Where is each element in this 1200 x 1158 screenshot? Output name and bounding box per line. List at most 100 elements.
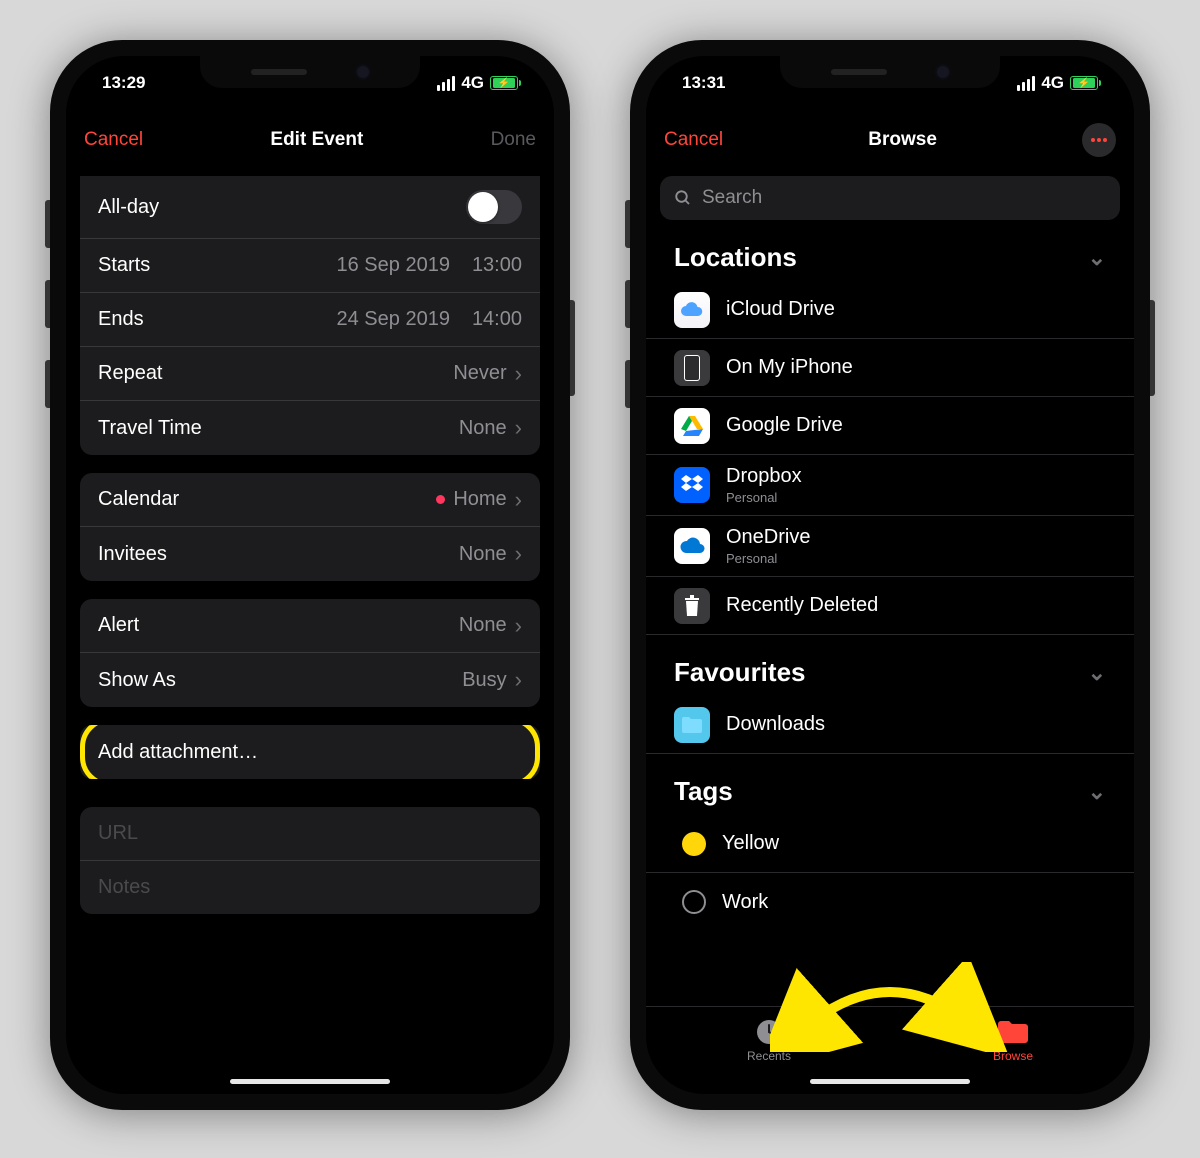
battery-icon: ⚡ bbox=[490, 76, 518, 90]
notes-field[interactable]: Notes bbox=[80, 861, 540, 914]
chevron-down-icon: ⌄ bbox=[1088, 245, 1106, 271]
tag-yellow[interactable]: Yellow bbox=[646, 815, 1134, 873]
section-time: All-day Starts 16 Sep 2019 13:00 Ends 24… bbox=[80, 176, 540, 455]
row-travel-time[interactable]: Travel Time None › bbox=[80, 401, 540, 455]
calendar-label: Calendar bbox=[98, 488, 179, 511]
tab-label: Browse bbox=[993, 1049, 1033, 1063]
repeat-value: Never bbox=[453, 362, 506, 385]
favourites-title: Favourites bbox=[674, 657, 806, 688]
starts-label: Starts bbox=[98, 254, 150, 277]
label: Yellow bbox=[722, 832, 779, 855]
dropbox-icon bbox=[674, 467, 710, 503]
folder-icon bbox=[995, 1017, 1031, 1047]
search-input[interactable]: Search bbox=[660, 176, 1120, 220]
label: On My iPhone bbox=[726, 356, 853, 379]
iphone-icon bbox=[674, 350, 710, 386]
google-drive-icon bbox=[674, 408, 710, 444]
chevron-down-icon: ⌄ bbox=[1088, 660, 1106, 686]
folder-icon bbox=[674, 707, 710, 743]
ends-time: 14:00 bbox=[472, 308, 522, 331]
phone-left: 13:29 4G ⚡ Cancel Edit Event Done All-da… bbox=[50, 40, 570, 1110]
notch bbox=[780, 56, 1000, 88]
row-add-attachment[interactable]: Add attachment… bbox=[80, 725, 540, 779]
section-alert: Alert None › Show As Busy › bbox=[80, 599, 540, 707]
location-recently-deleted[interactable]: Recently Deleted bbox=[646, 577, 1134, 635]
starts-date: 16 Sep 2019 bbox=[337, 254, 450, 277]
add-attachment-label: Add attachment… bbox=[98, 741, 258, 764]
tab-browse[interactable]: Browse bbox=[993, 1017, 1033, 1063]
location-on-my-iphone[interactable]: On My iPhone bbox=[646, 339, 1134, 397]
clock-icon bbox=[751, 1017, 787, 1047]
home-indicator[interactable] bbox=[230, 1079, 390, 1084]
ends-date: 24 Sep 2019 bbox=[337, 308, 450, 331]
section-url-notes: URL Notes bbox=[80, 807, 540, 914]
chevron-right-icon: › bbox=[515, 669, 522, 691]
row-all-day[interactable]: All-day bbox=[80, 176, 540, 239]
favourite-downloads[interactable]: Downloads bbox=[646, 696, 1134, 754]
row-starts[interactable]: Starts 16 Sep 2019 13:00 bbox=[80, 239, 540, 293]
more-button[interactable] bbox=[1082, 123, 1116, 157]
tags-header[interactable]: Tags ⌄ bbox=[646, 754, 1134, 815]
network-label: 4G bbox=[461, 73, 484, 93]
label: Work bbox=[722, 891, 768, 914]
row-show-as[interactable]: Show As Busy › bbox=[80, 653, 540, 707]
all-day-toggle[interactable] bbox=[466, 190, 522, 224]
row-invitees[interactable]: Invitees None › bbox=[80, 527, 540, 581]
favourites-header[interactable]: Favourites ⌄ bbox=[646, 635, 1134, 696]
row-calendar[interactable]: Calendar Home › bbox=[80, 473, 540, 527]
navbar: Cancel Browse bbox=[646, 110, 1134, 170]
notes-placeholder: Notes bbox=[98, 876, 150, 898]
trash-icon bbox=[674, 588, 710, 624]
cancel-button[interactable]: Cancel bbox=[84, 129, 143, 151]
search-placeholder: Search bbox=[702, 187, 762, 209]
alert-label: Alert bbox=[98, 614, 139, 637]
battery-icon: ⚡ bbox=[1070, 76, 1098, 90]
label: Google Drive bbox=[726, 414, 843, 437]
tags-title: Tags bbox=[674, 776, 733, 807]
alert-value: None bbox=[459, 614, 507, 637]
label: Dropbox bbox=[726, 465, 802, 488]
calendar-color-dot-icon bbox=[436, 495, 445, 504]
label: OneDrive bbox=[726, 526, 810, 549]
chevron-right-icon: › bbox=[515, 417, 522, 439]
section-calendar: Calendar Home › Invitees None › bbox=[80, 473, 540, 581]
showas-label: Show As bbox=[98, 669, 176, 692]
url-placeholder: URL bbox=[98, 822, 138, 844]
ends-label: Ends bbox=[98, 308, 144, 331]
home-indicator[interactable] bbox=[810, 1079, 970, 1084]
done-button[interactable]: Done bbox=[491, 129, 536, 151]
location-onedrive[interactable]: OneDrive Personal bbox=[646, 516, 1134, 577]
navbar-title: Browse bbox=[868, 129, 937, 151]
status-time: 13:31 bbox=[682, 73, 725, 93]
tag-dot-yellow-icon bbox=[682, 832, 706, 856]
tag-dot-work-icon bbox=[682, 890, 706, 914]
chevron-right-icon: › bbox=[515, 489, 522, 511]
tab-recents[interactable]: Recents bbox=[747, 1017, 791, 1063]
starts-time: 13:00 bbox=[472, 254, 522, 277]
row-ends[interactable]: Ends 24 Sep 2019 14:00 bbox=[80, 293, 540, 347]
chevron-right-icon: › bbox=[515, 615, 522, 637]
location-google-drive[interactable]: Google Drive bbox=[646, 397, 1134, 455]
row-repeat[interactable]: Repeat Never › bbox=[80, 347, 540, 401]
row-alert[interactable]: Alert None › bbox=[80, 599, 540, 653]
tag-work[interactable]: Work bbox=[646, 873, 1134, 931]
chevron-right-icon: › bbox=[515, 363, 522, 385]
sublabel: Personal bbox=[726, 551, 810, 566]
label: Recently Deleted bbox=[726, 594, 878, 617]
phone-right: 13:31 4G ⚡ Cancel Browse Search Location… bbox=[630, 40, 1150, 1110]
location-icloud-drive[interactable]: iCloud Drive bbox=[646, 281, 1134, 339]
cancel-button[interactable]: Cancel bbox=[664, 129, 723, 151]
all-day-label: All-day bbox=[98, 196, 159, 219]
navbar: Cancel Edit Event Done bbox=[66, 110, 554, 170]
travel-value: None bbox=[459, 417, 507, 440]
showas-value: Busy bbox=[462, 669, 506, 692]
url-field[interactable]: URL bbox=[80, 807, 540, 861]
label: iCloud Drive bbox=[726, 298, 835, 321]
invitees-value: None bbox=[459, 543, 507, 566]
invitees-label: Invitees bbox=[98, 543, 167, 566]
screen-calendar-edit: 13:29 4G ⚡ Cancel Edit Event Done All-da… bbox=[66, 56, 554, 1094]
chevron-down-icon: ⌄ bbox=[1088, 779, 1106, 805]
signal-icon bbox=[437, 76, 455, 91]
locations-header[interactable]: Locations ⌄ bbox=[646, 220, 1134, 281]
location-dropbox[interactable]: Dropbox Personal bbox=[646, 455, 1134, 516]
